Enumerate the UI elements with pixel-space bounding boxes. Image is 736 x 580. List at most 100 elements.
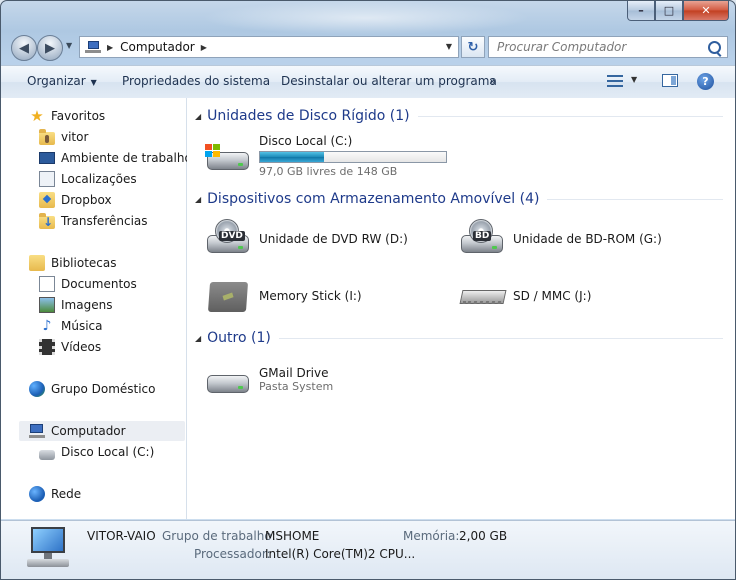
system-properties-button[interactable]: Propriedades do sistema [122, 74, 270, 88]
sidebar-item-label: Bibliotecas [51, 256, 117, 270]
workgroup-value: MSHOME [265, 529, 320, 543]
command-bar: Organizar ▼ Propriedades do sistema Desin… [1, 65, 735, 99]
sidebar-item-label: Favoritos [51, 109, 106, 123]
sidebar-item-label: Rede [51, 487, 82, 501]
sidebar-item-favorites[interactable]: ★ Favoritos [29, 106, 105, 126]
music-icon: ♪ [42, 318, 52, 334]
organize-label: Organizar [27, 74, 86, 88]
memory-stick-icon [205, 276, 251, 316]
dropbox-folder-icon [39, 192, 55, 208]
sidebar-item-desktop[interactable]: Ambiente de trabalho [39, 148, 192, 168]
drive-tile-memory-stick[interactable]: Memory Stick (I:) [205, 273, 362, 319]
drive-usage-fill [260, 152, 325, 162]
sidebar-item-documents[interactable]: Documentos [39, 274, 137, 294]
address-bar[interactable]: ▶ Computador ▶ ▼ [79, 36, 459, 58]
file-list: ◢ Unidades de Disco Rígido (1) Disco Loca… [187, 98, 735, 519]
sidebar-item-label: Computador [51, 424, 126, 438]
refresh-button[interactable]: ↻ [461, 36, 485, 58]
sidebar-item-libraries[interactable]: Bibliotecas [29, 253, 116, 273]
close-button[interactable]: ✕ [683, 1, 729, 21]
star-icon: ★ [30, 107, 44, 125]
collapse-triangle-icon[interactable]: ◢ [195, 112, 201, 121]
more-commands-button[interactable]: » [489, 74, 496, 88]
bd-badge: BD [473, 231, 492, 241]
breadcrumb-chevron-icon[interactable]: ▶ [201, 43, 207, 52]
drive-tile-gmail-drive[interactable]: GMail Drive Pasta System [205, 356, 333, 402]
sidebar-item-places[interactable]: Localizações [39, 169, 137, 189]
help-icon[interactable]: ? [697, 73, 714, 90]
sd-card-reader-icon [459, 276, 507, 316]
workgroup-label: Grupo de trabalho: [162, 529, 276, 543]
group-header-removable[interactable]: ◢ Dispositivos com Armazenamento Amovível… [195, 190, 723, 208]
preview-pane-icon[interactable] [662, 74, 678, 87]
sidebar-item-videos[interactable]: Vídeos [39, 337, 101, 357]
recent-places-icon [39, 171, 55, 187]
collapse-triangle-icon[interactable]: ◢ [195, 334, 201, 343]
breadcrumb-computer[interactable]: Computador [120, 40, 195, 54]
sidebar-item-label: Disco Local (C:) [61, 445, 155, 459]
sidebar-item-vitor[interactable]: vitor [39, 127, 88, 147]
drive-tile-bd[interactable]: BD Unidade de BD-ROM (G:) [459, 216, 662, 262]
sidebar-item-label: Localizações [61, 172, 137, 186]
sidebar-item-computer[interactable]: Computador [19, 421, 185, 441]
sidebar-item-label: Grupo Doméstico [51, 382, 156, 396]
organize-menu[interactable]: Organizar ▼ [27, 74, 97, 88]
group-label: Dispositivos com Armazenamento Amovível … [207, 191, 540, 207]
forward-button[interactable]: ▶ [37, 35, 63, 61]
sidebar-item-label: Dropbox [61, 193, 112, 207]
videos-icon [39, 339, 55, 355]
memory-label: Memória: [403, 529, 460, 543]
computer-icon [29, 423, 45, 439]
drive-name: Unidade de BD-ROM (G:) [513, 232, 662, 246]
caption-buttons: – □ ✕ [627, 1, 729, 21]
navigation-bar: ◀ ▶ ▼ ▶ Computador ▶ ▼ ↻ [9, 33, 728, 61]
search-icon[interactable] [708, 41, 721, 54]
collapse-triangle-icon[interactable]: ◢ [195, 195, 201, 204]
windows-drive-icon [205, 136, 251, 176]
pictures-icon [39, 297, 55, 313]
drive-name: Memory Stick (I:) [259, 289, 362, 303]
sidebar-item-downloads[interactable]: Transferências [39, 211, 148, 231]
back-button[interactable]: ◀ [11, 35, 37, 61]
drive-free-space: 97,0 GB livres de 148 GB [259, 165, 398, 178]
search-box[interactable] [488, 36, 728, 58]
network-icon [29, 486, 45, 502]
drive-name: Disco Local (C:) [259, 134, 353, 148]
sidebar-item-label: vitor [61, 130, 89, 144]
bd-drive-icon: BD [459, 219, 505, 259]
computer-icon [85, 41, 101, 53]
uninstall-program-button[interactable]: Desinstalar ou alterar um programa [281, 74, 497, 88]
sidebar-item-music[interactable]: ♪ Música [39, 316, 103, 336]
group-divider [547, 198, 723, 200]
drive-name: SD / MMC (J:) [513, 289, 592, 303]
change-view-icon[interactable] [607, 74, 623, 88]
address-dropdown-icon[interactable]: ▼ [446, 42, 452, 51]
sidebar-item-network[interactable]: Rede [29, 484, 81, 504]
minimize-button[interactable]: – [627, 1, 655, 21]
details-pane: VITOR-VAIO Grupo de trabalho: MSHOME Mem… [1, 520, 735, 579]
explorer-window: – □ ✕ ◀ ▶ ▼ ▶ Computador ▶ ▼ ↻ Organizar… [0, 0, 736, 580]
maximize-button[interactable]: □ [655, 1, 683, 21]
desktop-icon [39, 152, 55, 164]
sidebar-item-local-disk[interactable]: Disco Local (C:) [39, 442, 154, 462]
drive-tile-dvd[interactable]: DVD Unidade de DVD RW (D:) [205, 216, 408, 262]
search-input[interactable] [495, 39, 704, 55]
breadcrumb-chevron-icon[interactable]: ▶ [107, 43, 113, 52]
sidebar-item-label: Imagens [61, 298, 113, 312]
user-folder-icon [39, 128, 55, 145]
view-options-dropdown-icon[interactable]: ▼ [631, 75, 637, 84]
group-header-other[interactable]: ◢ Outro (1) [195, 329, 723, 347]
drive-tile-local-disk[interactable]: Disco Local (C:) 97,0 GB livres de 148 G… [205, 133, 447, 179]
drive-usage-bar [259, 151, 447, 163]
chevron-down-icon: ▼ [90, 78, 97, 87]
sidebar-item-pictures[interactable]: Imagens [39, 295, 112, 315]
recent-pages-dropdown-icon[interactable]: ▼ [66, 41, 72, 50]
computer-large-icon [25, 527, 71, 569]
group-header-hard-disks[interactable]: ◢ Unidades de Disco Rígido (1) [195, 107, 723, 125]
drive-tile-sd[interactable]: SD / MMC (J:) [459, 273, 591, 319]
sidebar-item-dropbox[interactable]: Dropbox [39, 190, 112, 210]
dvd-drive-icon: DVD [205, 219, 251, 259]
sidebar-item-label: Ambiente de trabalho [61, 151, 192, 165]
drive-name: Unidade de DVD RW (D:) [259, 232, 408, 246]
sidebar-item-homegroup[interactable]: Grupo Doméstico [29, 379, 156, 399]
